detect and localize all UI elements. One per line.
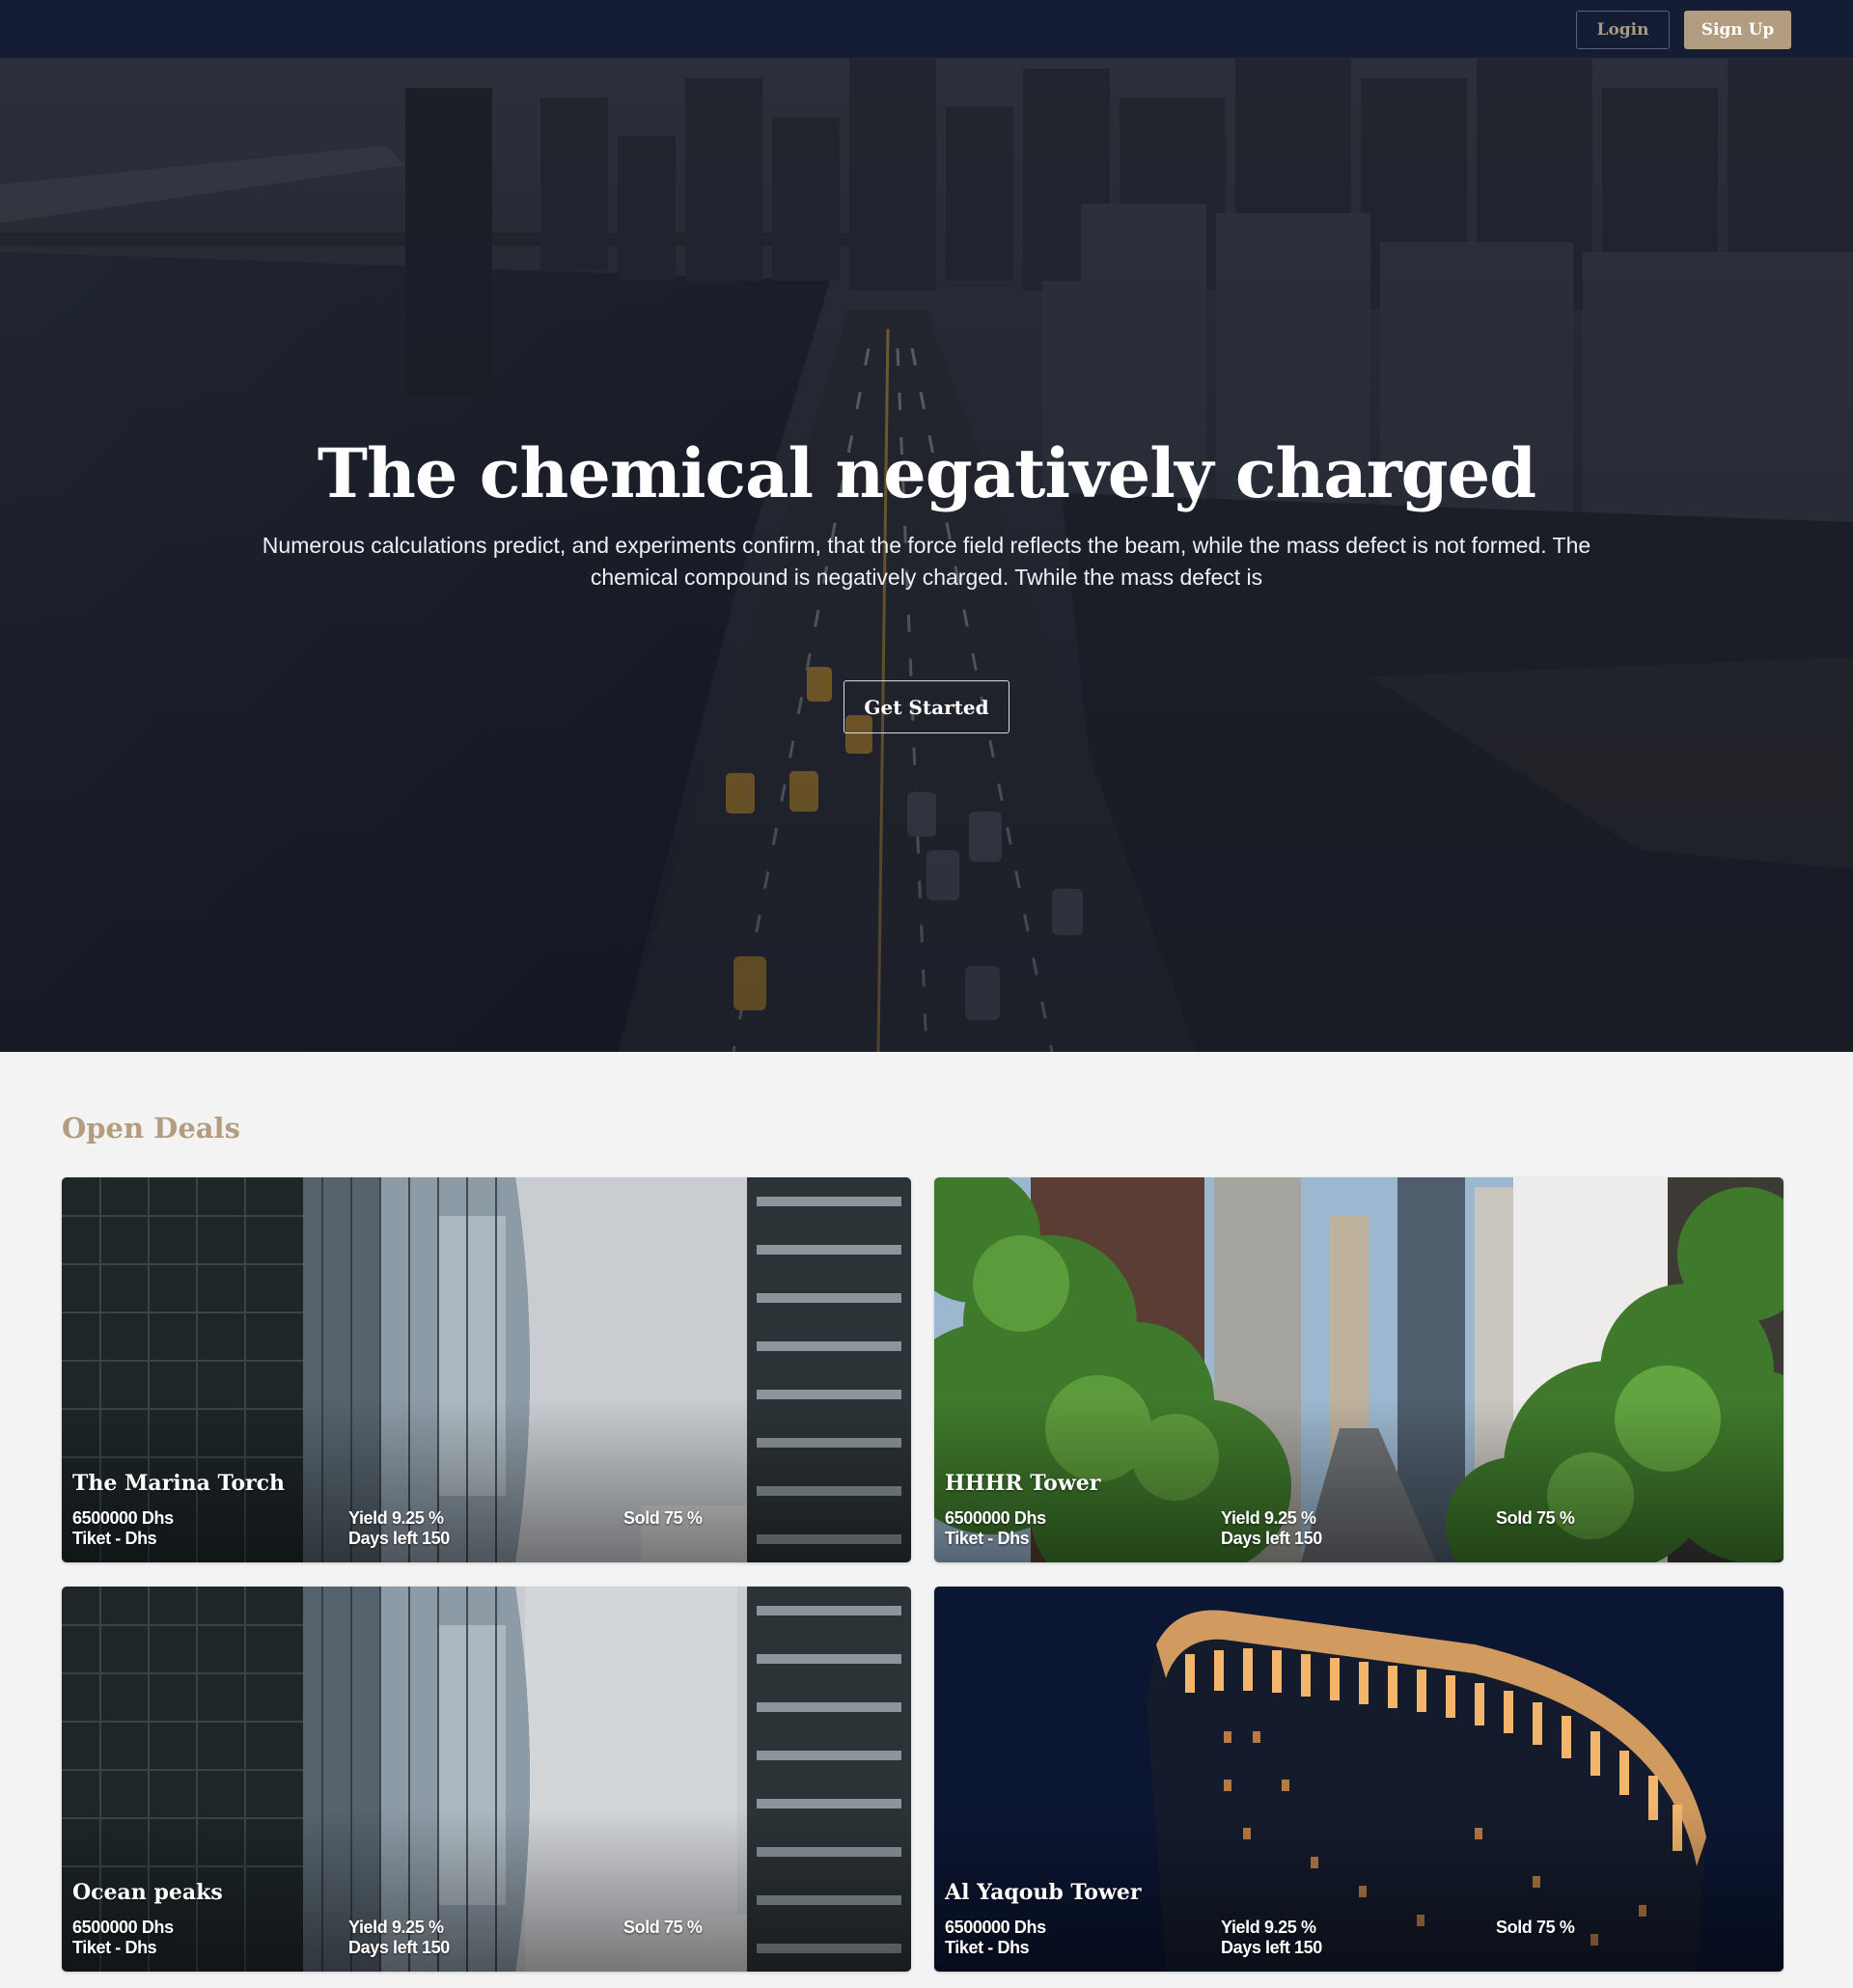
- deal-title: The Marina Torch: [72, 1471, 285, 1496]
- login-button[interactable]: Login: [1576, 11, 1670, 49]
- deal-ticket: Tiket - Dhs: [945, 1529, 1030, 1548]
- deal-title: Al Yaqoub Tower: [945, 1880, 1142, 1905]
- deal-card-ocean-peaks[interactable]: Ocean peaks 6500000 Dhs Tiket - Dhs Yiel…: [62, 1587, 911, 1972]
- hero-subtitle: Numerous calculations predict, and exper…: [262, 533, 1591, 590]
- deal-days-left: Days left 150: [348, 1529, 450, 1548]
- deal-days-left: Days left 150: [1221, 1529, 1322, 1548]
- deal-ticket: Tiket - Dhs: [72, 1529, 157, 1548]
- deal-ticket: Tiket - Dhs: [72, 1938, 157, 1957]
- deal-price-group: 6500000 Dhs Tiket - Dhs: [945, 1508, 1046, 1549]
- deal-price: 6500000 Dhs: [72, 1918, 174, 1937]
- deal-price: 6500000 Dhs: [945, 1508, 1046, 1528]
- deal-days-left: Days left 150: [1221, 1938, 1322, 1957]
- hero-banner: The chemical negatively charged Numerous…: [0, 59, 1853, 1052]
- deal-price-group: 6500000 Dhs Tiket - Dhs: [945, 1918, 1046, 1958]
- deal-days-left: Days left 150: [348, 1938, 450, 1957]
- deal-yield: Yield 9.25 %: [348, 1508, 444, 1528]
- deal-sold: Sold 75 %: [1496, 1508, 1575, 1528]
- deal-price-group: 6500000 Dhs Tiket - Dhs: [72, 1508, 174, 1549]
- deal-card-marina-torch[interactable]: The Marina Torch 6500000 Dhs Tiket - Dhs…: [62, 1177, 911, 1562]
- signup-button[interactable]: Sign Up: [1684, 11, 1791, 49]
- deal-yield-group: Yield 9.25 % Days left 150: [348, 1508, 450, 1549]
- deal-ticket: Tiket - Dhs: [945, 1938, 1030, 1957]
- deal-title: HHHR Tower: [945, 1471, 1101, 1496]
- deal-yield-group: Yield 9.25 % Days left 150: [1221, 1508, 1322, 1549]
- top-navbar: Login Sign Up: [0, 0, 1853, 59]
- deal-yield: Yield 9.25 %: [1221, 1918, 1316, 1937]
- deal-sold: Sold 75 %: [623, 1508, 703, 1528]
- deal-yield: Yield 9.25 %: [1221, 1508, 1316, 1528]
- deal-yield-group: Yield 9.25 % Days left 150: [348, 1918, 450, 1958]
- deal-yield: Yield 9.25 %: [348, 1918, 444, 1937]
- deal-card-al-yaqoub-tower[interactable]: Al Yaqoub Tower 6500000 Dhs Tiket - Dhs …: [934, 1587, 1784, 1972]
- deal-sold: Sold 75 %: [623, 1918, 703, 1937]
- deal-price: 6500000 Dhs: [72, 1508, 174, 1528]
- deal-title: Ocean peaks: [72, 1880, 223, 1905]
- deal-price: 6500000 Dhs: [945, 1918, 1046, 1937]
- open-deals-heading: Open Deals: [62, 1112, 240, 1145]
- hero-title: The chemical negatively charged: [317, 433, 1536, 513]
- deal-sold: Sold 75 %: [1496, 1918, 1575, 1937]
- deal-yield-group: Yield 9.25 % Days left 150: [1221, 1918, 1322, 1958]
- deal-card-hhhr-tower[interactable]: HHHR Tower 6500000 Dhs Tiket - Dhs Yield…: [934, 1177, 1784, 1562]
- get-started-button[interactable]: Get Started: [844, 680, 1009, 733]
- deal-price-group: 6500000 Dhs Tiket - Dhs: [72, 1918, 174, 1958]
